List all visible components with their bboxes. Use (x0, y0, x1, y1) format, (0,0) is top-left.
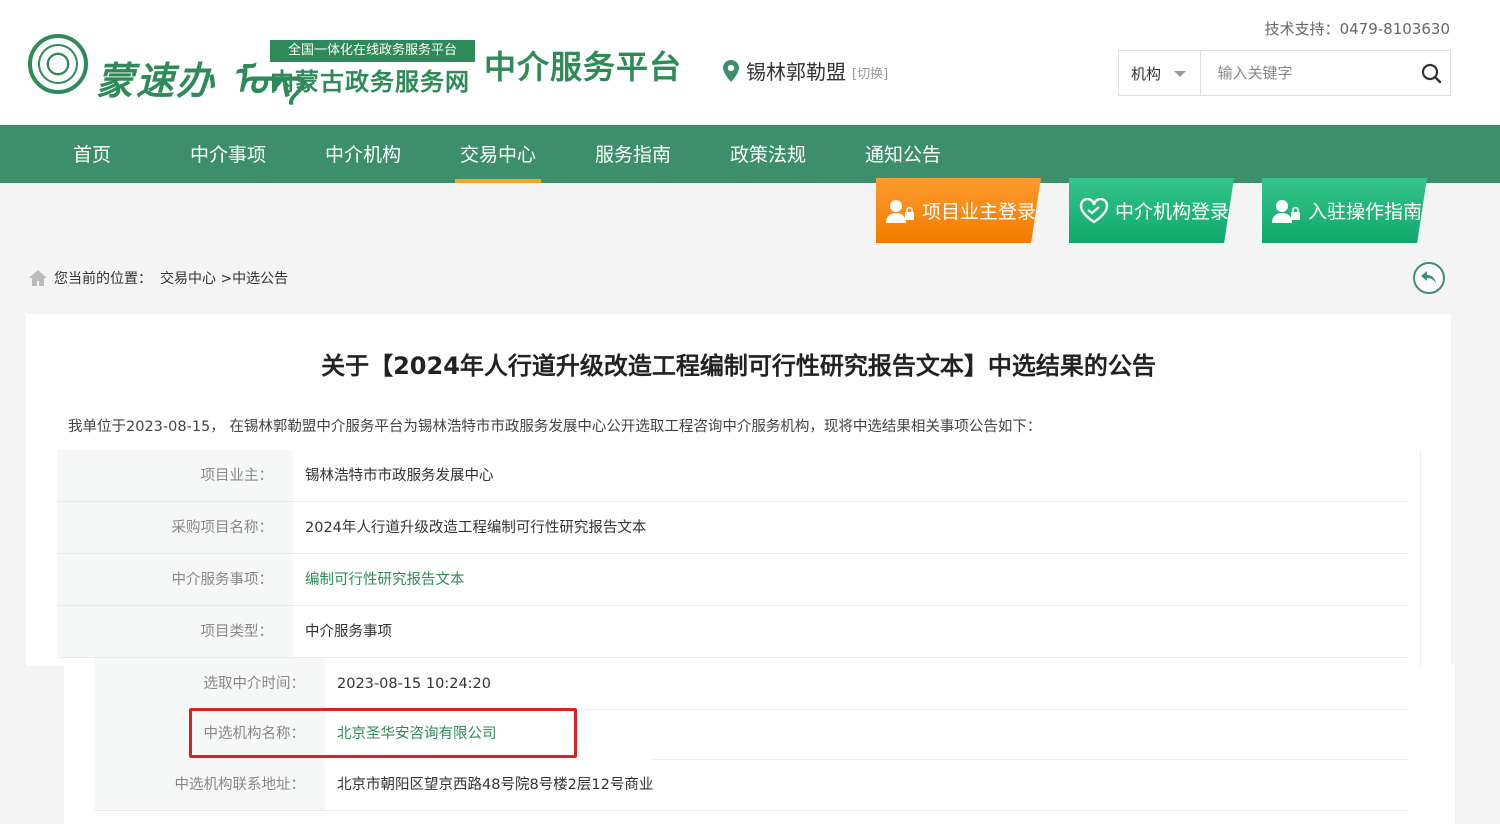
breadcrumb-path[interactable]: 交易中心 >中选公告 (160, 268, 288, 288)
table-row: 选取中介时间： 2023-08-15 10:24:20 (95, 658, 1408, 710)
table-row: 中选机构名称： 北京圣华安咨询有限公司 (95, 708, 1408, 760)
logo-badge: 全国一体化在线政务服务平台 (270, 40, 475, 62)
table-row: 项目业主： 锡林浩特市市政服务发展中心 (57, 450, 1408, 502)
table-row: 中介服务事项： 编制可行性研究报告文本 (57, 554, 1408, 606)
onboarding-guide-label: 入驻操作指南 (1308, 201, 1423, 223)
platform-title: 中介服务平台 (484, 48, 683, 86)
row-value: 中介服务事项 (293, 606, 392, 657)
location-pin-icon (723, 59, 739, 82)
row-value: 2023-08-15 10:24:20 (325, 658, 491, 709)
location-selector[interactable]: 锡林郭勒盟 [切换] (722, 56, 888, 85)
selected-agency-link[interactable]: 北京圣华安咨询有限公司 (325, 708, 497, 759)
row-label: 中介服务事项： (57, 554, 293, 605)
nav-item-intermediary-agencies[interactable]: 中介机构 (324, 125, 402, 183)
chevron-down-icon (1174, 71, 1187, 77)
user-login-icon (886, 199, 914, 223)
main-nav: 首页 中介事项 中介机构 交易中心 服务指南 政策法规 通知公告 (0, 125, 1500, 183)
owner-login-button[interactable]: 项目业主登录 (876, 178, 1041, 243)
table-row: 中选机构联系地址： 北京市朝阳区望京西路48号院8号楼2层12号商业 (95, 759, 1408, 811)
logo-site-name[interactable]: 内蒙古政务服务网 (270, 62, 470, 97)
row-label: 中选机构名称： (95, 708, 325, 759)
return-arrow-icon (1421, 271, 1436, 284)
table-row: 项目类型： 中介服务事项 (57, 606, 1408, 658)
nav-item-notices[interactable]: 通知公告 (864, 125, 942, 183)
agency-login-button[interactable]: 中介机构登录 (1069, 178, 1234, 243)
owner-login-label: 项目业主登录 (922, 201, 1037, 223)
search-icon (1421, 63, 1441, 84)
row-value: 锡林浩特市市政服务发展中心 (293, 450, 494, 501)
agency-login-label: 中介机构登录 (1115, 201, 1230, 223)
nav-item-intermediary-matters[interactable]: 中介事项 (189, 125, 267, 183)
location-city: 锡林郭勒盟 (746, 60, 846, 84)
search-type-label: 机构 (1131, 64, 1162, 83)
search-input[interactable] (1201, 51, 1412, 95)
article-intro: 我单位于2023-08-15， 在锡林郭勒盟中介服务平台为锡林浩特市市政服务发展… (68, 419, 1042, 435)
row-label: 项目类型： (57, 606, 293, 657)
back-button[interactable] (1413, 262, 1445, 294)
article-title: 关于【2024年人行道升级改造工程编制可行性研究报告文本】中选结果的公告 (321, 352, 1156, 380)
nav-item-home[interactable]: 首页 (72, 125, 112, 183)
table-row: 采购项目名称： 2024年人行道升级改造工程编制可行性研究报告文本 (57, 502, 1408, 554)
search-button[interactable] (1411, 51, 1450, 95)
service-matter-link[interactable]: 编制可行性研究报告文本 (293, 554, 465, 605)
nav-item-service-guide[interactable]: 服务指南 (594, 125, 672, 183)
home-icon (29, 270, 47, 286)
logo-emblem-icon[interactable] (28, 34, 88, 94)
user-guide-icon (1272, 199, 1300, 223)
search-type-dropdown[interactable]: 机构 (1119, 51, 1202, 95)
row-label: 选取中介时间： (95, 658, 325, 709)
row-label: 项目业主： (57, 450, 293, 501)
site-header: 蒙速办 ᠮᠣᠩ 全国一体化在线政务服务平台 内蒙古政务服务网 中介服务平台 锡林… (0, 0, 1500, 125)
search-bar: 机构 (1118, 50, 1451, 96)
onboarding-guide-button[interactable]: 入驻操作指南 (1262, 178, 1427, 243)
nav-item-policies[interactable]: 政策法规 (729, 125, 807, 183)
row-value: 北京市朝阳区望京西路48号院8号楼2层12号商业 (325, 759, 654, 810)
row-label: 中选机构联系地址： (95, 759, 325, 810)
row-value: 2024年人行道升级改造工程编制可行性研究报告文本 (293, 502, 647, 553)
location-switch-link[interactable]: [切换] (852, 63, 888, 82)
handshake-heart-icon (1079, 197, 1109, 223)
tech-support-info: 技术支持：0479-8103630 (1264, 20, 1450, 38)
row-label: 采购项目名称： (57, 502, 293, 553)
breadcrumb-prefix: 您当前的位置： (54, 271, 152, 287)
nav-item-trading-center[interactable]: 交易中心 (455, 125, 541, 183)
breadcrumb: 您当前的位置： 交易中心 >中选公告 (28, 268, 288, 288)
